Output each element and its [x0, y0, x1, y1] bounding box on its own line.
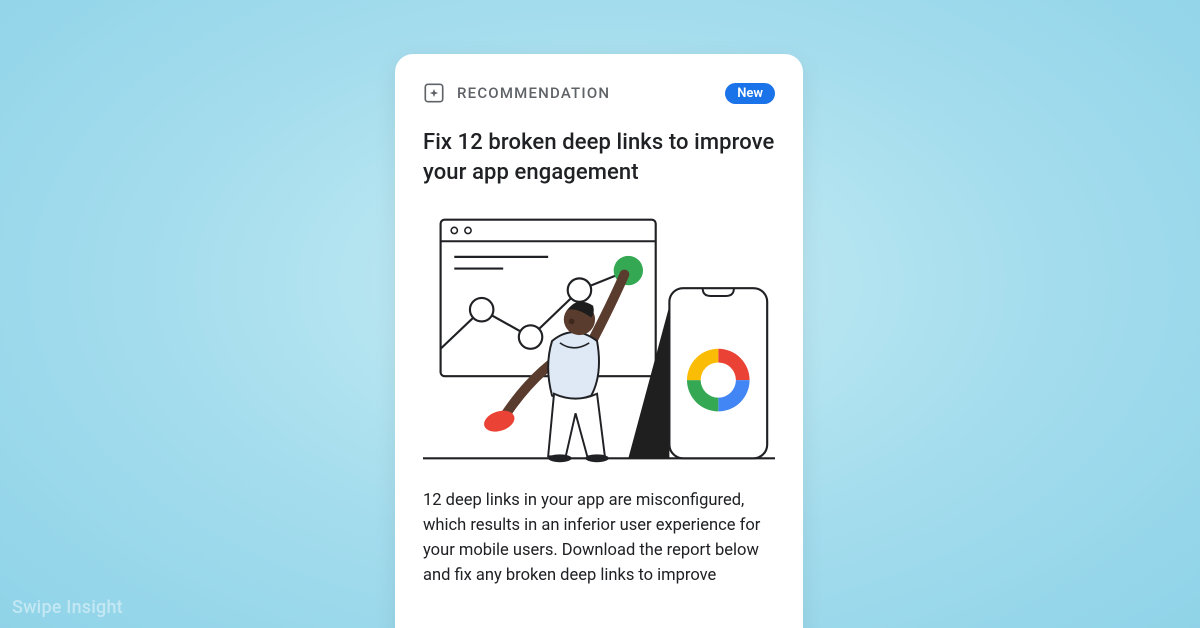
card-body-text: 12 deep links in your app are misconfigu… — [423, 489, 775, 588]
recommendation-label: RECOMMENDATION — [457, 84, 610, 102]
watermark-text: Swipe Insight — [12, 597, 123, 618]
recommendation-card: RECOMMENDATION New Fix 12 broken deep li… — [395, 54, 803, 628]
card-header: RECOMMENDATION New — [423, 82, 775, 104]
card-title: Fix 12 broken deep links to improve your… — [423, 128, 775, 187]
new-badge: New — [725, 83, 775, 104]
card-illustration — [423, 209, 775, 469]
recommendation-plus-icon — [423, 82, 445, 104]
card-header-left: RECOMMENDATION — [423, 82, 610, 104]
browser-window-graphic — [441, 220, 656, 376]
